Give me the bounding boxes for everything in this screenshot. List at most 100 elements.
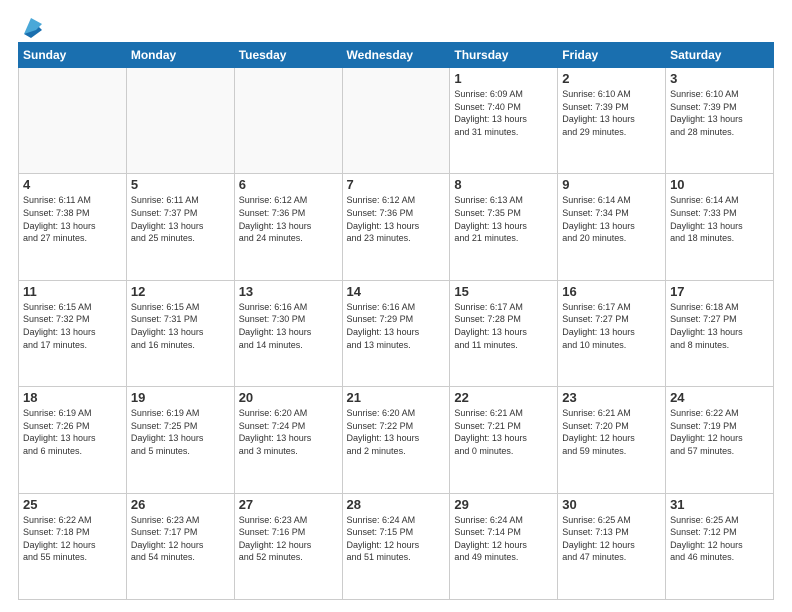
day-number: 5 bbox=[131, 177, 230, 192]
day-info: Sunrise: 6:12 AM Sunset: 7:36 PM Dayligh… bbox=[239, 194, 338, 244]
day-number: 16 bbox=[562, 284, 661, 299]
day-number: 4 bbox=[23, 177, 122, 192]
day-info: Sunrise: 6:23 AM Sunset: 7:16 PM Dayligh… bbox=[239, 514, 338, 564]
day-info: Sunrise: 6:25 AM Sunset: 7:13 PM Dayligh… bbox=[562, 514, 661, 564]
day-number: 19 bbox=[131, 390, 230, 405]
calendar-cell: 22Sunrise: 6:21 AM Sunset: 7:21 PM Dayli… bbox=[450, 387, 558, 493]
calendar-cell bbox=[234, 68, 342, 174]
calendar-cell: 20 Sunrise: 6:20 AM Sunset: 7:24 PM Dayli… bbox=[234, 387, 342, 493]
day-number: 3 bbox=[670, 71, 769, 86]
weekday-header-monday: Monday bbox=[126, 43, 234, 68]
day-info: Sunrise: 6:11 AM Sunset: 7:38 PM Dayligh… bbox=[23, 194, 122, 244]
calendar-cell: 29 Sunrise: 6:24 AM Sunset: 7:14 PM Dayli… bbox=[450, 493, 558, 599]
day-number: 24 bbox=[670, 390, 769, 405]
calendar-week-row-3: 18 Sunrise: 6:19 AM Sunset: 7:26 PM Dayli… bbox=[19, 387, 774, 493]
weekday-header-thursday: Thursday bbox=[450, 43, 558, 68]
day-info: Sunrise: 6:19 AM Sunset: 7:25 PM Dayligh… bbox=[131, 407, 230, 457]
day-number: 6 bbox=[239, 177, 338, 192]
day-number: 27 bbox=[239, 497, 338, 512]
calendar-cell: 31 Sunrise: 6:25 AM Sunset: 7:12 PM Dayli… bbox=[666, 493, 774, 599]
day-number: 26 bbox=[131, 497, 230, 512]
day-number: 8 bbox=[454, 177, 553, 192]
day-number: 2 bbox=[562, 71, 661, 86]
day-info: Sunrise: 6:12 AM Sunset: 7:36 PM Dayligh… bbox=[347, 194, 446, 244]
day-info: Sunrise: 6:19 AM Sunset: 7:26 PM Dayligh… bbox=[23, 407, 122, 457]
calendar-table: SundayMondayTuesdayWednesdayThursdayFrid… bbox=[18, 42, 774, 600]
weekday-header-saturday: Saturday bbox=[666, 43, 774, 68]
day-number: 31 bbox=[670, 497, 769, 512]
day-info: Sunrise: 6:17 AM Sunset: 7:28 PM Dayligh… bbox=[454, 301, 553, 351]
weekday-header-friday: Friday bbox=[558, 43, 666, 68]
calendar-cell: 25Sunrise: 6:22 AM Sunset: 7:18 PM Dayli… bbox=[19, 493, 127, 599]
day-info: Sunrise: 6:11 AM Sunset: 7:37 PM Dayligh… bbox=[131, 194, 230, 244]
calendar-cell: 15Sunrise: 6:17 AM Sunset: 7:28 PM Dayli… bbox=[450, 280, 558, 386]
calendar-cell: 21 Sunrise: 6:20 AM Sunset: 7:22 PM Dayli… bbox=[342, 387, 450, 493]
day-number: 9 bbox=[562, 177, 661, 192]
day-info: Sunrise: 6:22 AM Sunset: 7:18 PM Dayligh… bbox=[23, 514, 122, 564]
logo-icon bbox=[20, 16, 42, 38]
day-info: Sunrise: 6:18 AM Sunset: 7:27 PM Dayligh… bbox=[670, 301, 769, 351]
day-number: 18 bbox=[23, 390, 122, 405]
calendar-cell: 23Sunrise: 6:21 AM Sunset: 7:20 PM Dayli… bbox=[558, 387, 666, 493]
day-number: 21 bbox=[347, 390, 446, 405]
day-info: Sunrise: 6:16 AM Sunset: 7:30 PM Dayligh… bbox=[239, 301, 338, 351]
day-number: 12 bbox=[131, 284, 230, 299]
calendar-cell bbox=[19, 68, 127, 174]
calendar-cell: 14 Sunrise: 6:16 AM Sunset: 7:29 PM Dayli… bbox=[342, 280, 450, 386]
calendar-cell: 12 Sunrise: 6:15 AM Sunset: 7:31 PM Dayli… bbox=[126, 280, 234, 386]
day-number: 23 bbox=[562, 390, 661, 405]
day-info: Sunrise: 6:25 AM Sunset: 7:12 PM Dayligh… bbox=[670, 514, 769, 564]
calendar-cell: 1 Sunrise: 6:09 AM Sunset: 7:40 PM Daylig… bbox=[450, 68, 558, 174]
day-number: 17 bbox=[670, 284, 769, 299]
calendar-week-row-0: 1 Sunrise: 6:09 AM Sunset: 7:40 PM Daylig… bbox=[19, 68, 774, 174]
day-info: Sunrise: 6:14 AM Sunset: 7:33 PM Dayligh… bbox=[670, 194, 769, 244]
day-info: Sunrise: 6:24 AM Sunset: 7:15 PM Dayligh… bbox=[347, 514, 446, 564]
calendar-cell: 26 Sunrise: 6:23 AM Sunset: 7:17 PM Dayli… bbox=[126, 493, 234, 599]
day-info: Sunrise: 6:24 AM Sunset: 7:14 PM Dayligh… bbox=[454, 514, 553, 564]
day-info: Sunrise: 6:20 AM Sunset: 7:22 PM Dayligh… bbox=[347, 407, 446, 457]
day-number: 30 bbox=[562, 497, 661, 512]
calendar-cell: 27 Sunrise: 6:23 AM Sunset: 7:16 PM Dayli… bbox=[234, 493, 342, 599]
day-number: 14 bbox=[347, 284, 446, 299]
weekday-header-wednesday: Wednesday bbox=[342, 43, 450, 68]
day-info: Sunrise: 6:16 AM Sunset: 7:29 PM Dayligh… bbox=[347, 301, 446, 351]
calendar-cell: 3 Sunrise: 6:10 AM Sunset: 7:39 PM Daylig… bbox=[666, 68, 774, 174]
day-info: Sunrise: 6:20 AM Sunset: 7:24 PM Dayligh… bbox=[239, 407, 338, 457]
day-number: 11 bbox=[23, 284, 122, 299]
day-info: Sunrise: 6:15 AM Sunset: 7:31 PM Dayligh… bbox=[131, 301, 230, 351]
day-info: Sunrise: 6:10 AM Sunset: 7:39 PM Dayligh… bbox=[670, 88, 769, 138]
calendar-cell: 9Sunrise: 6:14 AM Sunset: 7:34 PM Daylig… bbox=[558, 174, 666, 280]
calendar-cell: 7 Sunrise: 6:12 AM Sunset: 7:36 PM Daylig… bbox=[342, 174, 450, 280]
day-info: Sunrise: 6:10 AM Sunset: 7:39 PM Dayligh… bbox=[562, 88, 661, 138]
day-number: 10 bbox=[670, 177, 769, 192]
calendar-cell: 18 Sunrise: 6:19 AM Sunset: 7:26 PM Dayli… bbox=[19, 387, 127, 493]
day-number: 20 bbox=[239, 390, 338, 405]
calendar-cell: 4 Sunrise: 6:11 AM Sunset: 7:38 PM Daylig… bbox=[19, 174, 127, 280]
day-number: 22 bbox=[454, 390, 553, 405]
calendar-cell: 30 Sunrise: 6:25 AM Sunset: 7:13 PM Dayli… bbox=[558, 493, 666, 599]
calendar-cell: 10 Sunrise: 6:14 AM Sunset: 7:33 PM Dayli… bbox=[666, 174, 774, 280]
calendar-cell: 16 Sunrise: 6:17 AM Sunset: 7:27 PM Dayli… bbox=[558, 280, 666, 386]
day-info: Sunrise: 6:09 AM Sunset: 7:40 PM Dayligh… bbox=[454, 88, 553, 138]
weekday-header-row: SundayMondayTuesdayWednesdayThursdayFrid… bbox=[19, 43, 774, 68]
calendar-cell bbox=[126, 68, 234, 174]
calendar-week-row-2: 11 Sunrise: 6:15 AM Sunset: 7:32 PM Dayli… bbox=[19, 280, 774, 386]
day-number: 1 bbox=[454, 71, 553, 86]
page: SundayMondayTuesdayWednesdayThursdayFrid… bbox=[0, 0, 792, 612]
day-info: Sunrise: 6:17 AM Sunset: 7:27 PM Dayligh… bbox=[562, 301, 661, 351]
day-number: 28 bbox=[347, 497, 446, 512]
calendar-cell bbox=[342, 68, 450, 174]
day-info: Sunrise: 6:15 AM Sunset: 7:32 PM Dayligh… bbox=[23, 301, 122, 351]
day-number: 7 bbox=[347, 177, 446, 192]
day-info: Sunrise: 6:22 AM Sunset: 7:19 PM Dayligh… bbox=[670, 407, 769, 457]
weekday-header-tuesday: Tuesday bbox=[234, 43, 342, 68]
day-info: Sunrise: 6:23 AM Sunset: 7:17 PM Dayligh… bbox=[131, 514, 230, 564]
logo bbox=[18, 16, 42, 34]
day-number: 29 bbox=[454, 497, 553, 512]
calendar-cell: 5 Sunrise: 6:11 AM Sunset: 7:37 PM Daylig… bbox=[126, 174, 234, 280]
day-number: 13 bbox=[239, 284, 338, 299]
calendar-cell: 11 Sunrise: 6:15 AM Sunset: 7:32 PM Dayli… bbox=[19, 280, 127, 386]
calendar-cell: 8Sunrise: 6:13 AM Sunset: 7:35 PM Daylig… bbox=[450, 174, 558, 280]
header bbox=[18, 16, 774, 34]
calendar-week-row-4: 25Sunrise: 6:22 AM Sunset: 7:18 PM Dayli… bbox=[19, 493, 774, 599]
